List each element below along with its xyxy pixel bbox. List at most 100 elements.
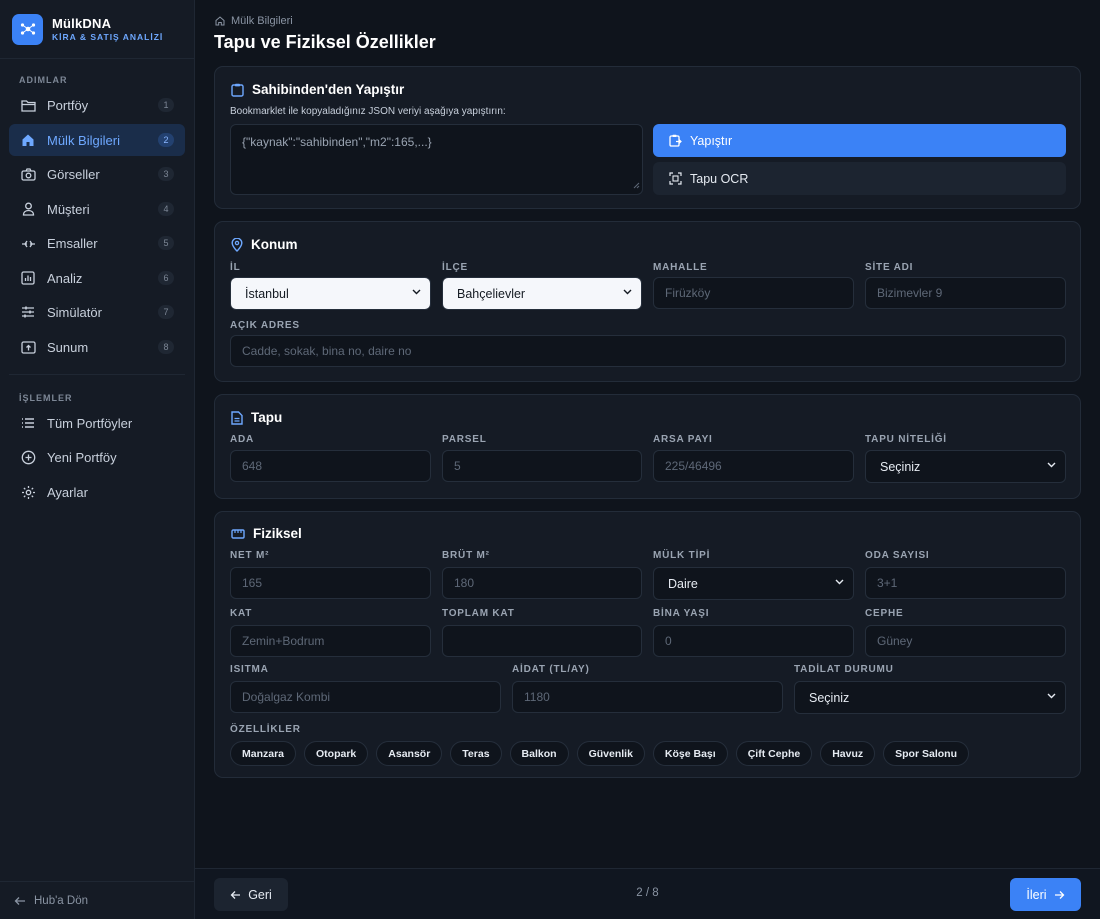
feature-chip-teras[interactable]: Teras <box>450 741 502 766</box>
sidebar-item-ayarlar[interactable]: Ayarlar <box>9 476 185 508</box>
compare-icon <box>20 235 36 251</box>
next-button[interactable]: İleri <box>1010 878 1081 911</box>
mahalle-input[interactable]: Firüzköy <box>653 277 854 309</box>
arsa-payi-input[interactable]: 225/46496 <box>653 450 854 482</box>
sidebar-item-label: Ayarlar <box>47 484 88 500</box>
user-icon <box>20 201 36 217</box>
oda-sayisi-label: ODA SAYISI <box>865 550 930 561</box>
paste-card-title: Sahibinden'den Yapıştır <box>231 82 404 97</box>
clipboard-icon <box>231 83 244 97</box>
sidebar-item-musteri[interactable]: Müşteri 4 <box>9 193 185 225</box>
sidebar-item-label: Mülk Bilgileri <box>47 132 120 148</box>
actions-section-label: İŞLEMLER <box>19 393 73 403</box>
ilce-select[interactable]: Bahçelievler <box>442 277 642 310</box>
paste-hint: Bookmarklet ile kopyaladığınız JSON veri… <box>230 106 506 117</box>
json-textarea[interactable]: {"kaynak":"sahibinden","m2":165,...} <box>230 124 643 195</box>
paste-card: Sahibinden'den Yapıştır Bookmarklet ile … <box>214 66 1081 209</box>
ilce-select-value: Bahçelievler <box>457 286 526 301</box>
feature-chip-manzara[interactable]: Manzara <box>230 741 297 766</box>
address-input[interactable]: Cadde, sokak, bina no, daire no <box>230 335 1066 367</box>
step-number: 7 <box>158 305 174 319</box>
paste-button[interactable]: Yapıştır <box>653 124 1066 157</box>
tadilat-label: TADİLAT DURUMU <box>794 664 894 675</box>
breadcrumb-label: Mülk Bilgileri <box>231 15 293 27</box>
step-pager: 2 / 8 <box>636 887 659 899</box>
toplam-kat-input[interactable] <box>442 625 642 657</box>
cephe-input[interactable]: Güney <box>865 625 1066 657</box>
back-to-hub-label: Hub'a Dön <box>34 894 88 907</box>
ruler-icon <box>231 528 245 539</box>
isitma-input[interactable]: Doğalgaz Kombi <box>230 681 501 713</box>
mahalle-label: MAHALLE <box>653 262 708 273</box>
mulk-tipi-select[interactable]: Daire <box>653 567 854 600</box>
feature-chip-cift-cephe[interactable]: Çift Cephe <box>735 741 813 766</box>
deed-ocr-button[interactable]: Tapu OCR <box>653 162 1066 195</box>
kat-input[interactable]: Zemin+Bodrum <box>230 625 431 657</box>
address-label: AÇIK ADRES <box>230 320 300 331</box>
deed-card: Tapu ADA PARSEL ARSA PAYI TAPU NİTELİĞİ … <box>214 394 1081 499</box>
deed-title-text: Tapu <box>251 410 283 425</box>
next-button-label: İleri <box>1026 887 1047 902</box>
brand-name: MülkDNA <box>52 16 112 31</box>
brut-m2-input[interactable]: 180 <box>442 567 642 599</box>
ada-label: ADA <box>230 434 255 445</box>
sidebar-item-gorseller[interactable]: Görseller 3 <box>9 158 185 190</box>
back-to-hub-link[interactable]: Hub'a Dön <box>0 881 195 919</box>
step-number: 8 <box>158 340 174 354</box>
sidebar-item-tum-portfoyler[interactable]: Tüm Portföyler <box>9 407 185 439</box>
chevron-down-icon <box>1047 462 1056 468</box>
resize-grip-icon[interactable] <box>633 178 640 192</box>
parsel-input[interactable]: 5 <box>442 450 642 482</box>
tadilat-select[interactable]: Seçiniz <box>794 681 1066 714</box>
physical-card: Fiziksel NET M² BRÜT M² MÜLK TİPİ ODA SA… <box>214 511 1081 778</box>
sidebar-item-analiz[interactable]: Analiz 6 <box>9 262 185 294</box>
steps-section-label: ADIMLAR <box>19 75 68 85</box>
net-m2-input[interactable]: 165 <box>230 567 431 599</box>
page-title: Tapu ve Fiziksel Özellikler <box>214 32 436 52</box>
il-label: İL <box>230 262 241 273</box>
mulk-tipi-label: MÜLK TİPİ <box>653 550 711 561</box>
plus-circle-icon <box>20 449 36 465</box>
oda-sayisi-input[interactable]: 3+1 <box>865 567 1066 599</box>
location-card: Konum İL İLÇE MAHALLE SİTE ADI İstanbul … <box>214 221 1081 382</box>
bina-yasi-input[interactable]: 0 <box>653 625 854 657</box>
sidebar-item-portfoy[interactable]: Portföy 1 <box>9 89 185 121</box>
gear-icon <box>20 484 36 500</box>
features-list: Manzara Otopark Asansör Teras Balkon Güv… <box>230 741 969 766</box>
step-number: 3 <box>158 167 174 181</box>
sidebar-item-label: Yeni Portföy <box>47 449 117 465</box>
aidat-input[interactable]: 1180 <box>512 681 783 713</box>
il-select[interactable]: İstanbul <box>230 277 431 310</box>
sidebar-item-simulator[interactable]: Simülatör 7 <box>9 296 185 328</box>
feature-chip-otopark[interactable]: Otopark <box>304 741 369 766</box>
chevron-down-icon <box>412 289 421 295</box>
site-label: SİTE ADI <box>865 262 914 273</box>
scan-icon <box>669 172 682 185</box>
feature-chip-kose-basi[interactable]: Köşe Başı <box>652 741 728 766</box>
folder-icon <box>20 97 36 113</box>
il-select-value: İstanbul <box>245 286 289 301</box>
chevron-down-icon <box>623 289 632 295</box>
site-name-input[interactable]: Bizimevler 9 <box>865 277 1066 309</box>
tapu-niteligi-select[interactable]: Seçiniz <box>865 450 1066 483</box>
presentation-icon <box>20 339 36 355</box>
arsa-payi-label: ARSA PAYI <box>653 434 713 445</box>
parsel-label: PARSEL <box>442 434 487 445</box>
sidebar-item-mulk-bilgileri[interactable]: Mülk Bilgileri 2 <box>9 124 185 156</box>
kat-label: KAT <box>230 608 253 619</box>
feature-chip-guvenlik[interactable]: Güvenlik <box>576 741 645 766</box>
sidebar-item-sunum[interactable]: Sunum 8 <box>9 331 185 363</box>
chevron-down-icon <box>835 579 844 585</box>
arrow-left-icon <box>14 896 26 906</box>
sidebar-item-yeni-portfoy[interactable]: Yeni Portföy <box>9 441 185 473</box>
map-pin-icon <box>231 237 243 252</box>
feature-chip-balkon[interactable]: Balkon <box>509 741 569 766</box>
step-number: 1 <box>158 98 174 112</box>
sidebar-item-label: Portföy <box>47 97 89 113</box>
ada-input[interactable]: 648 <box>230 450 431 482</box>
feature-chip-spor-salonu[interactable]: Spor Salonu <box>883 741 969 766</box>
sidebar-item-emsaller[interactable]: Emsaller 5 <box>9 227 185 259</box>
feature-chip-havuz[interactable]: Havuz <box>820 741 876 766</box>
feature-chip-asansor[interactable]: Asansör <box>376 741 443 766</box>
wizard-footer: Geri 2 / 8 İleri <box>195 868 1100 919</box>
